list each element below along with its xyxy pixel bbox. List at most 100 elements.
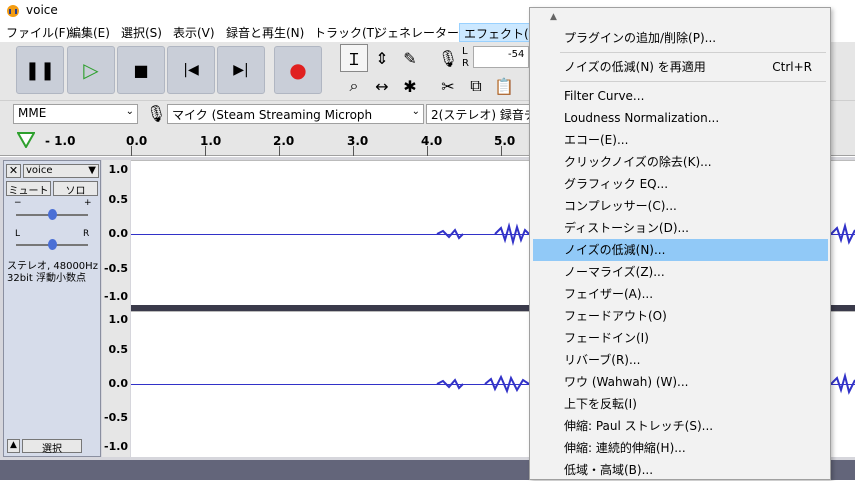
solo-button[interactable]: ソロ (53, 181, 98, 197)
audacity-logo-icon (7, 5, 19, 17)
audio-host-value: MME (18, 106, 47, 120)
menu-separator (560, 52, 826, 53)
menu-item-filter-curve[interactable]: Filter Curve... (533, 85, 828, 107)
pan-slider-thumb[interactable] (48, 239, 57, 250)
timeshift-tool[interactable]: ↔ (368, 72, 396, 100)
menu-item-reverb[interactable]: リバーブ(R)... (533, 349, 828, 371)
collapse-track-button[interactable]: ▲ (7, 439, 20, 453)
menu-item-bass-treble[interactable]: 低域・高域(B)... (533, 459, 828, 481)
cut-button[interactable]: ✂ (434, 72, 462, 100)
copy-icon: ⧉ (470, 76, 482, 95)
pan-right-label: R (83, 229, 90, 239)
menu-item-invert[interactable]: 上下を反転(I) (533, 393, 828, 415)
scale-label: 0.5 (108, 193, 129, 206)
meter-db-label: -54 (508, 49, 525, 60)
ruler-label: 3.0 (347, 134, 369, 148)
menu-transport[interactable]: 録音と再生(N) (226, 24, 304, 41)
skip-start-button[interactable]: |◀ (167, 46, 215, 94)
record-meter-button[interactable]: 🎙 (434, 44, 462, 72)
pause-icon: ❚❚ (24, 59, 56, 81)
i-beam-icon: Ｉ (345, 50, 362, 69)
menu-view[interactable]: 表示(V) (173, 24, 215, 41)
menu-item-fade-out[interactable]: フェードアウト(O) (533, 305, 828, 327)
shortcut-label: Ctrl+R (772, 60, 812, 74)
ruler-label: 2.0 (273, 134, 295, 148)
menu-item-repeat-last-effect[interactable]: ノイズの低減(N) を再適用 Ctrl+R (533, 56, 828, 78)
scale-label: 0.5 (108, 343, 129, 356)
paste-button[interactable]: 📋 (490, 72, 518, 100)
menu-item-echo[interactable]: エコー(E)... (533, 129, 828, 151)
menu-item-distortion[interactable]: ディストーション(D)... (533, 217, 828, 239)
stop-icon: ■ (133, 60, 149, 80)
close-track-button[interactable]: ✕ (6, 164, 21, 178)
timeshift-icon: ↔ (375, 76, 389, 96)
recording-device-select[interactable]: マイク (Steam Streaming Microph ⌄ (167, 104, 424, 124)
menu-item-graphic-eq[interactable]: グラフィック EQ... (533, 173, 828, 195)
draw-tool[interactable]: ✎ (396, 44, 424, 72)
microphone-icon: 🎙 (437, 48, 459, 68)
play-button[interactable]: ▷ (67, 46, 115, 94)
menu-item-sliding-stretch[interactable]: 伸縮: 連続的伸縮(H)... (533, 437, 828, 459)
scale-label: 0.0 (108, 377, 129, 390)
collapse-icon: ▲ (10, 440, 17, 450)
multi-tool[interactable]: ✱ (396, 72, 424, 100)
track-name-menu[interactable]: voice ▼ (23, 164, 99, 178)
menu-item-paulstretch[interactable]: 伸縮: Paul ストレッチ(S)... (533, 415, 828, 437)
pencil-icon: ✎ (403, 48, 417, 68)
mute-button[interactable]: ミュート (6, 181, 51, 197)
menu-arrow-icon: ▼ (88, 165, 96, 176)
ruler-label: 4.0 (421, 134, 443, 148)
skip-end-icon: ▶| (233, 62, 249, 78)
envelope-icon: ⇕ (375, 48, 389, 68)
audio-host-select[interactable]: MME ⌄ (13, 104, 138, 124)
asterisk-icon: ✱ (403, 76, 417, 96)
recording-channels-value: 2(ステレオ) 録音チャン (431, 108, 535, 122)
envelope-tool[interactable]: ⇕ (368, 44, 396, 72)
scale-label: -1.0 (104, 440, 129, 453)
play-icon: ▷ (83, 58, 99, 82)
ruler-label: - 1.0 (45, 134, 76, 148)
menu-item-label: ノイズの低減(N) を再適用 (564, 60, 706, 74)
menu-item-add-remove-plugins[interactable]: プラグインの追加/削除(P)... (533, 27, 828, 49)
menu-tracks[interactable]: トラック(T) (314, 24, 379, 41)
record-icon: ● (289, 58, 307, 82)
scale-label: -1.0 (104, 290, 129, 303)
gain-plus-label: + (84, 198, 92, 208)
stop-button[interactable]: ■ (117, 46, 165, 94)
window-title: voice (26, 3, 58, 17)
menu-item-compressor[interactable]: コンプレッサー(C)... (533, 195, 828, 217)
track-name: voice (26, 165, 53, 176)
menu-item-phaser[interactable]: フェイザー(A)... (533, 283, 828, 305)
menu-item-fade-in[interactable]: フェードイン(I) (533, 327, 828, 349)
scale-label: -0.5 (104, 262, 129, 275)
recording-device-value: マイク (Steam Streaming Microph (172, 108, 373, 122)
gain-slider-thumb[interactable] (48, 209, 57, 220)
menu-item-noise-reduction[interactable]: ノイズの低減(N)... (533, 239, 828, 261)
pan-left-label: L (15, 229, 21, 239)
menu-item-wahwah[interactable]: ワウ (Wahwah) (W)... (533, 371, 828, 393)
scale-label: -0.5 (104, 411, 129, 424)
skip-end-button[interactable]: ▶| (217, 46, 265, 94)
chevron-down-icon: ⌄ (411, 106, 420, 117)
select-track-button[interactable]: 選択 (22, 439, 82, 455)
selection-tool[interactable]: Ｉ (340, 44, 368, 72)
microphone-icon: 🎙 (146, 104, 167, 123)
menu-file[interactable]: ファイル(F) (6, 24, 70, 41)
pause-button[interactable]: ❚❚ (16, 46, 64, 94)
track-bitdepth-info: 32bit 浮動小数点 (7, 273, 86, 284)
meter-left-label: L (462, 46, 468, 57)
recording-channels-select[interactable]: 2(ステレオ) 録音チャン (426, 104, 536, 124)
zoom-tool[interactable]: ⌕ (340, 72, 368, 100)
scroll-up-icon[interactable]: ▲ (550, 12, 557, 22)
scale-label: 1.0 (108, 163, 129, 176)
play-head-icon[interactable] (17, 132, 35, 148)
menu-separator (560, 81, 826, 82)
copy-button[interactable]: ⧉ (462, 72, 490, 100)
record-button[interactable]: ● (274, 46, 322, 94)
menu-select[interactable]: 選択(S) (121, 24, 162, 41)
menu-item-normalize[interactable]: ノーマライズ(Z)... (533, 261, 828, 283)
menu-item-loudness-normalization[interactable]: Loudness Normalization... (533, 107, 828, 129)
ruler-label: 1.0 (200, 134, 222, 148)
menu-edit[interactable]: 編集(E) (69, 24, 110, 41)
menu-item-click-removal[interactable]: クリックノイズの除去(K)... (533, 151, 828, 173)
